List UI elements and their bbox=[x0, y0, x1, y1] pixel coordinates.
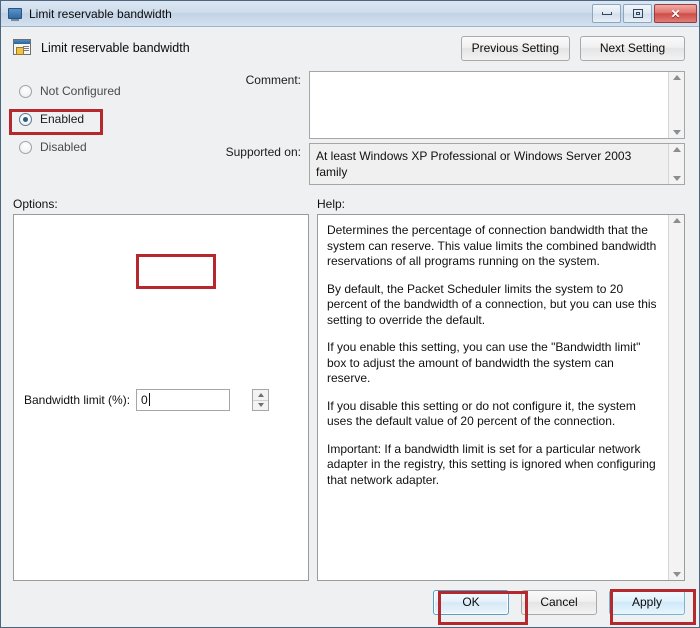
help-panel: Determines the percentage of connection … bbox=[317, 214, 685, 581]
policy-setting-icon bbox=[13, 39, 33, 57]
supported-on-field: At least Windows XP Professional or Wind… bbox=[309, 143, 685, 185]
radio-not-configured[interactable]: Not Configured bbox=[13, 77, 213, 105]
comment-and-support-fields: Comment: Supported on: At least Windows … bbox=[213, 71, 685, 189]
close-icon: ✕ bbox=[670, 6, 681, 21]
bandwidth-limit-stepper[interactable]: 0 bbox=[136, 388, 270, 411]
close-button[interactable]: ✕ bbox=[654, 4, 697, 23]
scroll-up-icon[interactable] bbox=[672, 147, 681, 152]
radio-disabled-label: Disabled bbox=[40, 140, 87, 154]
comment-row: Comment: bbox=[217, 71, 685, 139]
bandwidth-limit-row: Bandwidth limit (%): 0 bbox=[24, 229, 270, 570]
spinner-buttons[interactable] bbox=[252, 388, 270, 411]
help-label: Help: bbox=[317, 197, 346, 211]
previous-setting-button[interactable]: Previous Setting bbox=[460, 35, 570, 61]
help-paragraph: Important: If a bandwidth limit is set f… bbox=[327, 441, 656, 487]
help-paragraph: By default, the Packet Scheduler limits … bbox=[327, 281, 657, 327]
help-paragraph: Determines the percentage of connection … bbox=[327, 223, 657, 268]
supported-on-scrollbar[interactable] bbox=[668, 144, 684, 184]
radio-enabled-indicator bbox=[19, 112, 32, 126]
supported-on-row: Supported on: At least Windows XP Profes… bbox=[217, 143, 685, 185]
minimize-button[interactable] bbox=[592, 4, 621, 23]
minimize-icon bbox=[601, 12, 612, 15]
scroll-up-icon[interactable] bbox=[672, 75, 681, 80]
spinner-down-button[interactable] bbox=[253, 399, 269, 410]
state-radio-group: Not Configured Enabled Disabled bbox=[13, 71, 213, 189]
page-title: Limit reservable bandwidth bbox=[41, 41, 190, 55]
scroll-down-icon[interactable] bbox=[672, 176, 681, 181]
bandwidth-limit-label: Bandwidth limit (%): bbox=[24, 392, 131, 407]
maximize-button[interactable] bbox=[623, 4, 652, 23]
policy-window-icon bbox=[7, 7, 23, 21]
chevron-up-icon bbox=[257, 392, 264, 397]
help-text: Determines the percentage of connection … bbox=[318, 215, 668, 580]
radio-disabled-indicator bbox=[19, 140, 32, 154]
radio-enabled-label: Enabled bbox=[40, 112, 85, 126]
dialog-footer: OK Cancel Apply bbox=[1, 581, 699, 627]
comment-field[interactable] bbox=[309, 71, 685, 139]
options-label: Options: bbox=[13, 197, 58, 211]
state-and-comment-row: Not Configured Enabled Disabled Comment: bbox=[1, 67, 699, 189]
content-panels: Bandwidth limit (%): 0 Determines the pe… bbox=[1, 214, 699, 581]
text-caret bbox=[148, 392, 150, 406]
title-bar: Limit reservable bandwidth ✕ bbox=[1, 1, 699, 27]
radio-not-configured-label: Not Configured bbox=[40, 84, 121, 98]
scroll-down-icon[interactable] bbox=[672, 130, 681, 135]
radio-not-configured-indicator bbox=[19, 84, 32, 98]
help-paragraph: If you enable this setting, you can use … bbox=[327, 340, 641, 385]
scroll-up-icon[interactable] bbox=[672, 218, 681, 223]
scroll-down-icon[interactable] bbox=[672, 572, 681, 577]
comment-scrollbar[interactable] bbox=[668, 72, 684, 138]
cancel-button[interactable]: Cancel bbox=[521, 589, 597, 615]
policy-setting-dialog: Limit reservable bandwidth ✕ Limit reser… bbox=[0, 0, 700, 628]
maximize-icon bbox=[632, 9, 643, 18]
help-paragraph: If you disable this setting or do not co… bbox=[327, 398, 636, 429]
bandwidth-limit-value: 0 bbox=[141, 392, 148, 407]
apply-button[interactable]: Apply bbox=[609, 589, 685, 615]
supported-on-value: At least Windows XP Professional or Wind… bbox=[316, 149, 632, 179]
spinner-up-button[interactable] bbox=[253, 390, 268, 400]
bandwidth-limit-input[interactable]: 0 bbox=[136, 388, 231, 411]
comment-label: Comment: bbox=[245, 73, 301, 87]
next-setting-button[interactable]: Next Setting bbox=[580, 35, 685, 61]
options-panel: Bandwidth limit (%): 0 bbox=[13, 214, 309, 581]
supported-on-label: Supported on: bbox=[225, 145, 301, 159]
help-scrollbar[interactable] bbox=[668, 215, 684, 580]
radio-enabled[interactable]: Enabled bbox=[13, 105, 213, 133]
dialog-header: Limit reservable bandwidth Previous Sett… bbox=[1, 27, 699, 67]
chevron-down-icon bbox=[257, 403, 264, 407]
comment-value[interactable] bbox=[310, 72, 668, 138]
setting-navigation: Previous Setting Next Setting bbox=[460, 35, 685, 61]
window-title: Limit reservable bandwidth bbox=[29, 6, 172, 21]
radio-disabled[interactable]: Disabled bbox=[13, 133, 213, 161]
window-controls: ✕ bbox=[592, 4, 697, 23]
ok-button[interactable]: OK bbox=[433, 589, 509, 615]
section-labels: Options: Help: bbox=[1, 189, 699, 214]
